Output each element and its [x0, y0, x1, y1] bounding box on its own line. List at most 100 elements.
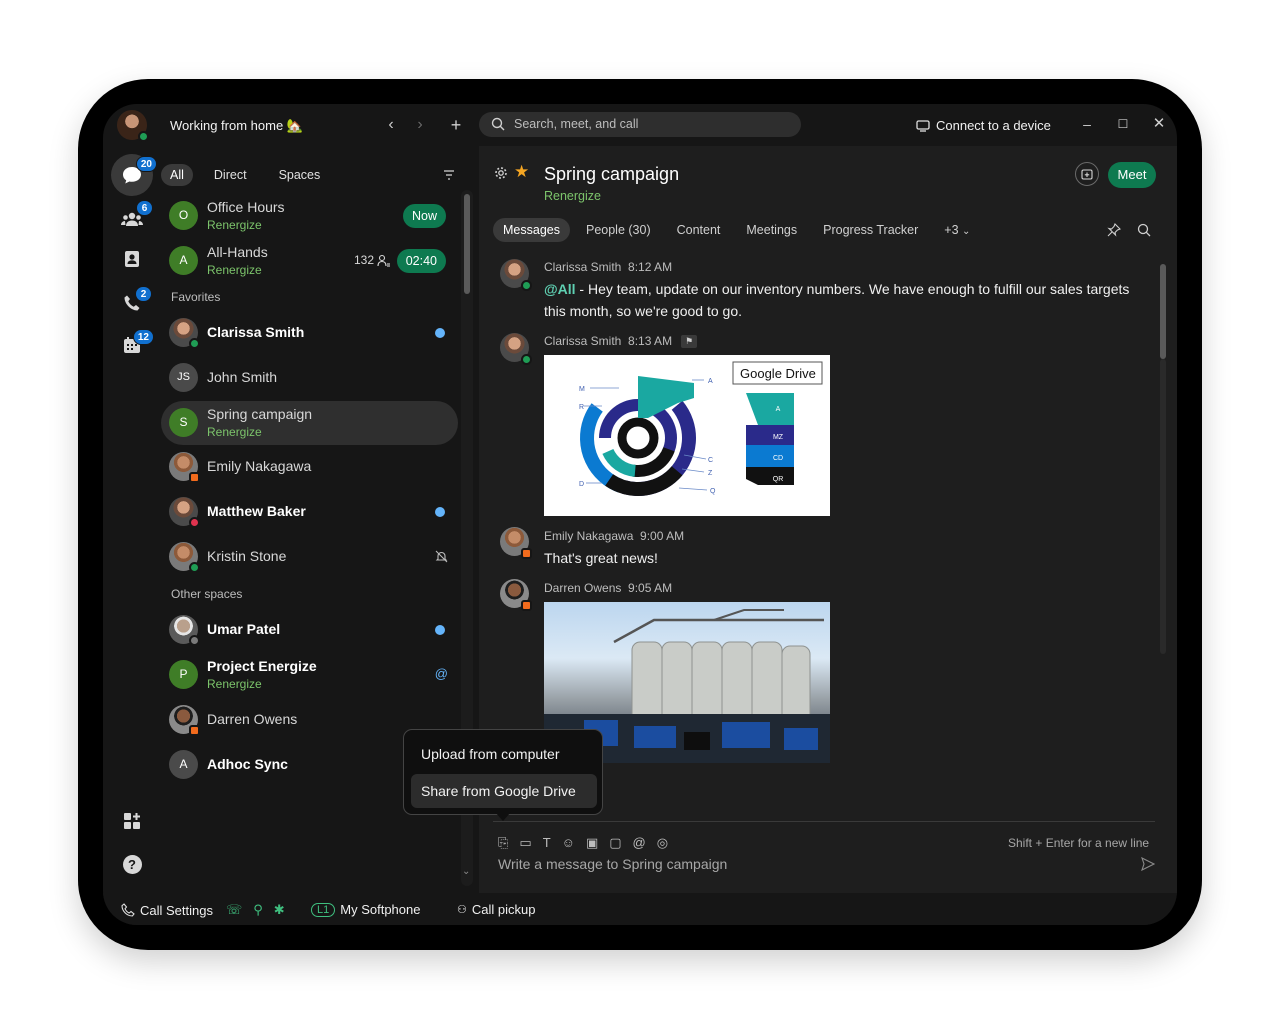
list-item-name: Matthew Baker [207, 503, 306, 519]
contacts-icon [125, 251, 139, 267]
forward-arrow-icon[interactable]: › [409, 114, 431, 136]
my-avatar[interactable] [117, 110, 149, 142]
list-item-kristin-stone[interactable]: Kristin Stone [161, 535, 458, 579]
list-item-name: Spring campaign [207, 406, 313, 422]
status-message[interactable]: Working from home 🏡 [170, 118, 303, 134]
rail-help[interactable]: ? [111, 843, 153, 885]
settings-gear-icon[interactable] [494, 166, 508, 180]
calendar-add-icon [1081, 169, 1093, 180]
softphone-label: My Softphone [340, 902, 421, 917]
unread-indicator [435, 507, 445, 517]
messages-scrollbar-track[interactable] [1160, 359, 1166, 654]
folder-icon[interactable]: ▭ [519, 835, 531, 851]
search-placeholder: Search, meet, and call [514, 117, 639, 131]
filter-all[interactable]: All [161, 164, 193, 186]
upload-from-computer-item[interactable]: Upload from computer [411, 737, 597, 771]
tab-messages[interactable]: Messages [493, 218, 570, 242]
connect-device-button[interactable]: Connect to a device [916, 118, 1051, 133]
message-avatar[interactable] [500, 527, 532, 559]
attach-paperclip-icon[interactable]: ⎘ [498, 835, 508, 851]
message-input[interactable]: Write a message to Spring campaign [498, 856, 727, 872]
meeting-timer-button[interactable]: 02:40 [396, 249, 446, 273]
list-item-john-smith[interactable]: JS John Smith [161, 356, 458, 400]
list-item-project-energize[interactable]: P Project Energize Renergize @ [161, 653, 458, 697]
chart-label-m: M [579, 386, 585, 393]
rail-contacts[interactable] [111, 238, 153, 280]
messaging-badge: 20 [135, 156, 157, 172]
chart-label-a: A [708, 378, 713, 385]
tab-people[interactable]: People (30) [576, 218, 661, 242]
message-author: Clarissa Smith [544, 260, 622, 274]
call-pickup-label: Call pickup [471, 902, 536, 917]
list-item-clarissa-smith[interactable]: Clarissa Smith [161, 311, 458, 355]
section-other-spaces: Other spaces [171, 587, 243, 601]
close-icon[interactable]: ✕ [1149, 114, 1169, 134]
list-item-spring-campaign[interactable]: S Spring campaign Renergize [161, 401, 458, 445]
stack-label-mz: MZ [773, 434, 784, 441]
section-favorites: Favorites [171, 290, 221, 304]
message-avatar[interactable] [500, 259, 532, 291]
screenshot-icon[interactable]: ◎ [657, 835, 668, 851]
list-scrollbar-thumb[interactable] [464, 194, 470, 294]
plus-icon[interactable]: + [445, 114, 467, 136]
filter-spaces[interactable]: Spaces [270, 164, 330, 186]
minimize-icon[interactable]: – [1077, 114, 1097, 134]
chart-label-z: Z [708, 470, 713, 477]
muted-bell-icon [435, 550, 448, 563]
unread-indicator [435, 625, 445, 635]
filter-direct[interactable]: Direct [205, 164, 256, 186]
emoji-icon[interactable]: ☺ [562, 835, 575, 851]
messages-scrollbar-thumb[interactable] [1160, 264, 1166, 359]
scroll-down-icon[interactable]: ⌄ [462, 866, 470, 877]
list-item-team: Renergize [207, 263, 262, 277]
list-item-matthew-baker[interactable]: Matthew Baker [161, 490, 458, 534]
connect-device-label: Connect to a device [936, 118, 1051, 133]
format-text-icon[interactable]: T [543, 835, 551, 851]
tab-more[interactable]: +3 ⌄ [934, 218, 980, 242]
flag-icon[interactable]: ⚑ [681, 335, 697, 348]
space-team[interactable]: Renergize [544, 189, 601, 203]
rail-apps[interactable] [111, 800, 153, 842]
pin-icon[interactable] [1107, 223, 1121, 237]
composer-toolbar: ⎘ ▭ T ☺ ▣ ▢ @ ◎ [498, 835, 668, 851]
meet-button[interactable]: Meet [1108, 162, 1156, 188]
message-text: @All - Hey team, update on our inventory… [544, 278, 1149, 322]
rail-teams[interactable]: 6 [111, 198, 153, 240]
softphone-button[interactable]: L1 My Softphone [311, 902, 420, 917]
mention-tag[interactable]: @All [544, 281, 576, 297]
filter-icon[interactable] [442, 168, 456, 182]
back-arrow-icon[interactable]: ‹ [380, 114, 402, 136]
list-item-team: Renergize [207, 218, 262, 232]
tab-content[interactable]: Content [667, 218, 731, 242]
tab-progress-tracker[interactable]: Progress Tracker [813, 218, 928, 242]
call-settings-button[interactable]: Call Settings ☏ ⚲ ✱ [121, 902, 285, 918]
google-drive-attachment[interactable]: M R A C Z D Q Google Drive A MZ CD QR [544, 355, 830, 516]
message-avatar[interactable] [500, 333, 532, 365]
rail-messaging[interactable]: 20 [111, 154, 157, 196]
search-icon [491, 117, 505, 131]
schedule-meeting-button[interactable] [1075, 162, 1099, 186]
rail-meetings[interactable]: 12 [111, 324, 154, 366]
share-from-google-drive-item[interactable]: Share from Google Drive [411, 774, 597, 808]
tab-meetings[interactable]: Meetings [736, 218, 807, 242]
call-pickup-button[interactable]: ⚇ Call pickup [457, 902, 535, 917]
attach-menu: Upload from computer Share from Google D… [403, 729, 603, 815]
list-item-emily-nakagawa[interactable]: Emily Nakagawa [161, 445, 458, 489]
list-item-office-hours[interactable]: O Office Hours Renergize Now [161, 194, 458, 238]
search-input[interactable]: Search, meet, and call [479, 112, 801, 137]
message-meta: Darren Owens 9:05 AM [544, 581, 672, 595]
mention-button-icon[interactable]: @ [633, 835, 646, 851]
list-item-umar-patel[interactable]: Umar Patel [161, 608, 458, 652]
maximize-icon[interactable]: ☐ [1113, 114, 1133, 134]
favorite-star-icon[interactable]: ★ [514, 162, 529, 182]
list-item-all-hands[interactable]: A All-Hands Renergize 132 02:40 [161, 239, 458, 283]
rail-calling[interactable]: 2 [111, 282, 153, 324]
composer-divider [493, 821, 1155, 822]
join-now-button[interactable]: Now [402, 204, 446, 228]
filter-tabs: All Direct Spaces [161, 164, 329, 186]
search-space-icon[interactable] [1137, 223, 1151, 237]
message-avatar[interactable] [500, 579, 532, 611]
sticker-icon[interactable]: ▢ [609, 835, 621, 851]
gif-icon[interactable]: ▣ [586, 835, 598, 851]
send-icon[interactable] [1141, 857, 1155, 871]
